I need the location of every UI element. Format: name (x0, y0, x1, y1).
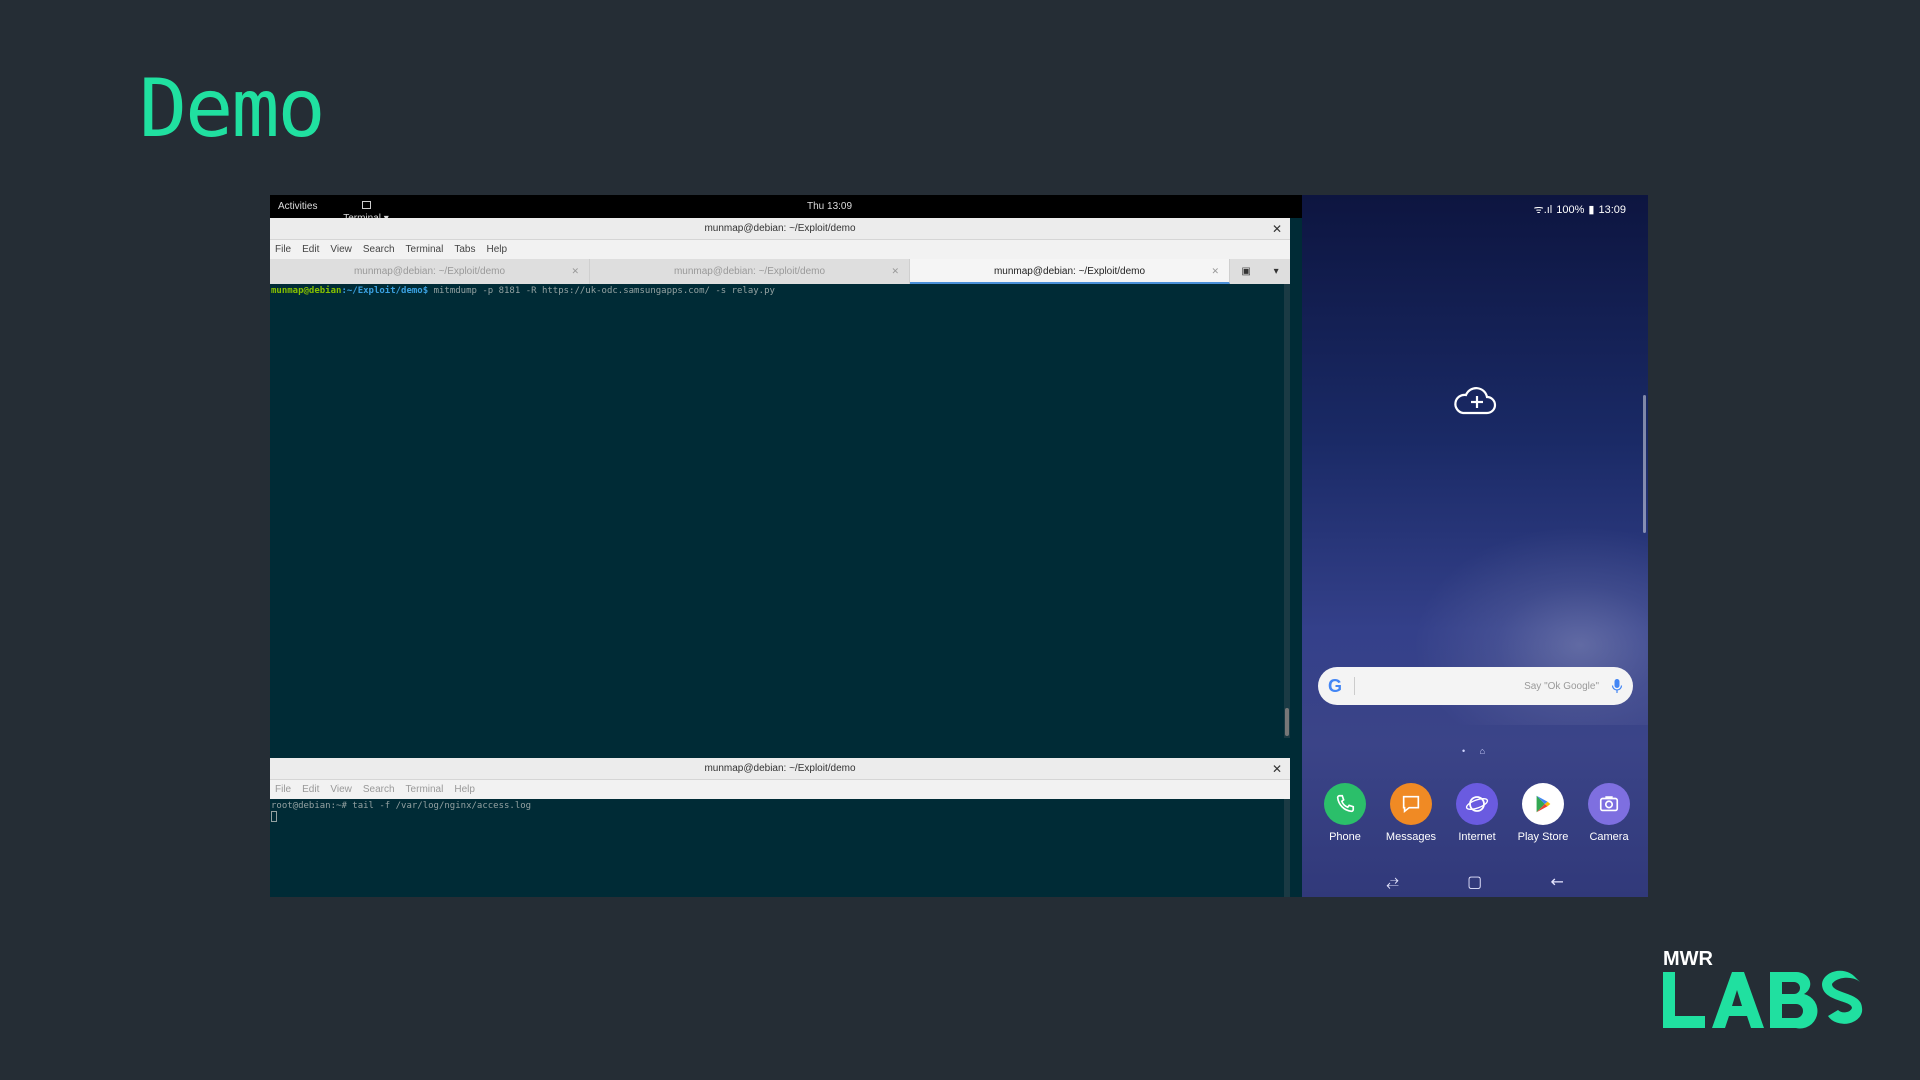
cloud-add-icon[interactable] (1451, 385, 1497, 419)
tab-tools: ▣ ▾ (1230, 259, 1290, 284)
terminal-icon (361, 201, 371, 209)
terminal-window-secondary: munmap@debian: ~/Exploit/demo ✕ File Edi… (270, 758, 1290, 897)
app-phone[interactable]: Phone (1312, 783, 1378, 843)
status-bar: ᯤ.ıl 100% ▮ 13:09 (1534, 202, 1626, 217)
menu-file[interactable]: File (275, 244, 291, 255)
google-icon: G (1328, 675, 1343, 696)
linux-desktop: Activities Terminal ▾ Thu 13:09 munmap@d… (270, 195, 1302, 897)
menu-file[interactable]: File (275, 784, 291, 795)
menu-help[interactable]: Help (486, 244, 507, 255)
menu-search[interactable]: Search (363, 784, 395, 795)
edge-panel-handle[interactable] (1643, 395, 1646, 533)
window-title: munmap@debian: ~/Exploit/demo (704, 763, 856, 774)
screen-capture: Activities Terminal ▾ Thu 13:09 munmap@d… (270, 195, 1648, 897)
terminal-output[interactable]: munmap@debian:~/Exploit/demo$ mitmdump -… (270, 284, 1284, 738)
menu-edit[interactable]: Edit (302, 244, 319, 255)
terminal-output[interactable]: root@debian:~# tail -f /var/log/nginx/ac… (270, 799, 1284, 897)
play-store-icon (1522, 783, 1564, 825)
search-cursor (1354, 677, 1355, 695)
scroll-thumb[interactable] (1285, 708, 1289, 736)
window-title: munmap@debian: ~/Exploit/demo (704, 223, 856, 234)
menubar: File Edit View Search Terminal Help (270, 780, 1290, 799)
tab-close-icon[interactable]: ✕ (1211, 259, 1219, 284)
prompt-user: munmap@debian (271, 286, 342, 296)
command-line: mitmdump -p 8181 -R https://uk-odc.samsu… (428, 286, 775, 296)
tab-1[interactable]: munmap@debian: ~/Exploit/demo ✕ (270, 259, 590, 284)
tab-label: munmap@debian: ~/Exploit/demo (353, 266, 506, 277)
battery-level: 100% (1556, 203, 1585, 216)
menu-terminal[interactable]: Terminal (406, 244, 444, 255)
close-icon[interactable]: ✕ (1272, 218, 1282, 240)
menu-view[interactable]: View (330, 244, 352, 255)
back-arrow-icon[interactable]: ← (1550, 872, 1563, 891)
mwr-labs-logo: MWR (1660, 948, 1892, 1032)
search-hint: Say "Ok Google" (1524, 680, 1599, 692)
gnome-topbar: Activities Terminal ▾ Thu 13:09 (270, 195, 1302, 224)
menubar: File Edit View Search Terminal Tabs Help (270, 240, 1290, 259)
status-time: 13:09 (1598, 203, 1626, 216)
labs-logo-mark (1663, 970, 1863, 1029)
android-home-screen: ᯤ.ıl 100% ▮ 13:09 G Say "Ok Google" • ⌂ (1302, 195, 1648, 897)
tab-label: munmap@debian: ~/Exploit/demo (993, 266, 1146, 277)
menu-help[interactable]: Help (454, 784, 475, 795)
app-messages[interactable]: Messages (1378, 783, 1444, 843)
scrollbar[interactable] (1284, 799, 1290, 897)
menu-view[interactable]: View (330, 784, 352, 795)
menu-edit[interactable]: Edit (302, 784, 319, 795)
page-indicator: • ⌂ (1462, 746, 1492, 756)
terminal-window-main: munmap@debian: ~/Exploit/demo ✕ File Edi… (270, 218, 1290, 738)
recents-icon[interactable]: ⥄ (1386, 871, 1399, 891)
close-icon[interactable]: ✕ (1272, 758, 1282, 780)
prompt-path: :~/Exploit/demo$ (341, 286, 429, 296)
menu-search[interactable]: Search (363, 244, 395, 255)
tab-list-chevron-down-icon[interactable]: ▾ (1274, 266, 1279, 277)
app-label: Phone (1329, 831, 1361, 843)
app-label: Internet (1458, 831, 1496, 843)
messages-icon (1390, 783, 1432, 825)
battery-icon: ▮ (1588, 204, 1595, 216)
home-icon[interactable]: ▢ (1467, 872, 1482, 891)
phone-icon (1324, 783, 1366, 825)
tab-label: munmap@debian: ~/Exploit/demo (673, 266, 826, 277)
app-play-store[interactable]: Play Store (1510, 783, 1576, 843)
tab-3[interactable]: munmap@debian: ~/Exploit/demo ✕ (910, 259, 1230, 284)
new-tab-icon[interactable]: ▣ (1241, 266, 1250, 277)
topbar-clock[interactable]: Thu 13:09 (807, 201, 852, 212)
command-line: root@debian:~# tail -f /var/log/nginx/ac… (271, 801, 532, 811)
text-cursor (271, 811, 277, 822)
app-label: Messages (1385, 831, 1437, 843)
tab-bar: munmap@debian: ~/Exploit/demo ✕ munmap@d… (270, 259, 1290, 284)
google-search-bar[interactable]: G Say "Ok Google" (1318, 667, 1633, 705)
window-titlebar[interactable]: munmap@debian: ~/Exploit/demo ✕ (270, 758, 1290, 780)
scrollbar[interactable] (1284, 284, 1290, 738)
tab-2[interactable]: munmap@debian: ~/Exploit/demo ✕ (590, 259, 910, 284)
signal-icon: ᯤ.ıl (1533, 204, 1553, 216)
mic-icon[interactable] (1611, 678, 1623, 694)
android-nav-bar: ⥄ ▢ ← (1302, 865, 1648, 897)
app-label: Camera (1589, 831, 1629, 843)
app-camera[interactable]: Camera (1576, 783, 1642, 843)
menu-tabs[interactable]: Tabs (454, 244, 475, 255)
tab-close-icon[interactable]: ✕ (891, 259, 899, 284)
app-label: Play Store (1517, 831, 1569, 843)
slide-title: Demo (139, 62, 326, 155)
menu-terminal[interactable]: Terminal (406, 784, 444, 795)
app-internet[interactable]: Internet (1444, 783, 1510, 843)
app-dock: Phone Messages Internet Play Store Camer… (1312, 783, 1642, 843)
internet-icon (1456, 783, 1498, 825)
activities-button[interactable]: Activities (278, 201, 317, 212)
tab-close-icon[interactable]: ✕ (571, 259, 579, 284)
window-titlebar[interactable]: munmap@debian: ~/Exploit/demo ✕ (270, 218, 1290, 240)
camera-icon (1588, 783, 1630, 825)
